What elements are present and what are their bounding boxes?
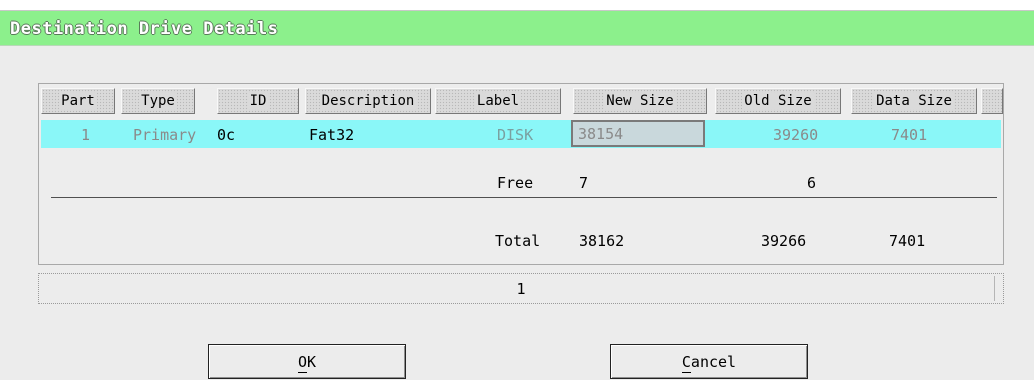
table-header: Part Type ID Description Label New Size … (41, 86, 1003, 116)
total-new-size: 38162 (579, 232, 625, 250)
cell-id: 0c (217, 126, 236, 144)
header-data-size[interactable]: Data Size (851, 88, 977, 114)
cell-data-size: 7401 (891, 126, 928, 144)
cell-description: Fat32 (309, 126, 355, 144)
cell-label: DISK (497, 126, 534, 144)
cell-type: Primary (133, 126, 197, 144)
header-new-size[interactable]: New Size (573, 88, 707, 114)
ok-button[interactable]: OK (208, 344, 406, 379)
header-description[interactable]: Description (305, 88, 431, 114)
cancel-button[interactable]: Cancel (610, 344, 808, 379)
header-filler (981, 88, 1003, 114)
pager-scrollbar[interactable] (994, 276, 1001, 301)
cell-part: 1 (81, 126, 91, 144)
page-number: 1 (516, 279, 526, 298)
free-label: Free (497, 174, 534, 192)
total-data-size: 7401 (889, 232, 926, 250)
totals-separator (51, 197, 997, 198)
total-label: Total (495, 232, 541, 250)
free-old-size: 6 (807, 174, 817, 192)
header-old-size[interactable]: Old Size (715, 88, 841, 114)
destination-drive-window: Destination Drive Details Part Type ID D… (0, 10, 1034, 380)
partition-table: Part Type ID Description Label New Size … (38, 83, 1004, 265)
header-id[interactable]: ID (217, 88, 299, 114)
header-type[interactable]: Type (121, 88, 195, 114)
header-part[interactable]: Part (41, 88, 115, 114)
total-old-size: 39266 (761, 232, 807, 250)
free-new-size: 7 (579, 174, 589, 192)
page-indicator[interactable]: 1 (38, 273, 1004, 304)
window-title: Destination Drive Details (10, 19, 279, 39)
header-label[interactable]: Label (435, 88, 561, 114)
cell-old-size: 39260 (773, 126, 819, 144)
new-size-input[interactable]: 38154 (571, 120, 705, 147)
window-titlebar: Destination Drive Details (0, 11, 1034, 46)
